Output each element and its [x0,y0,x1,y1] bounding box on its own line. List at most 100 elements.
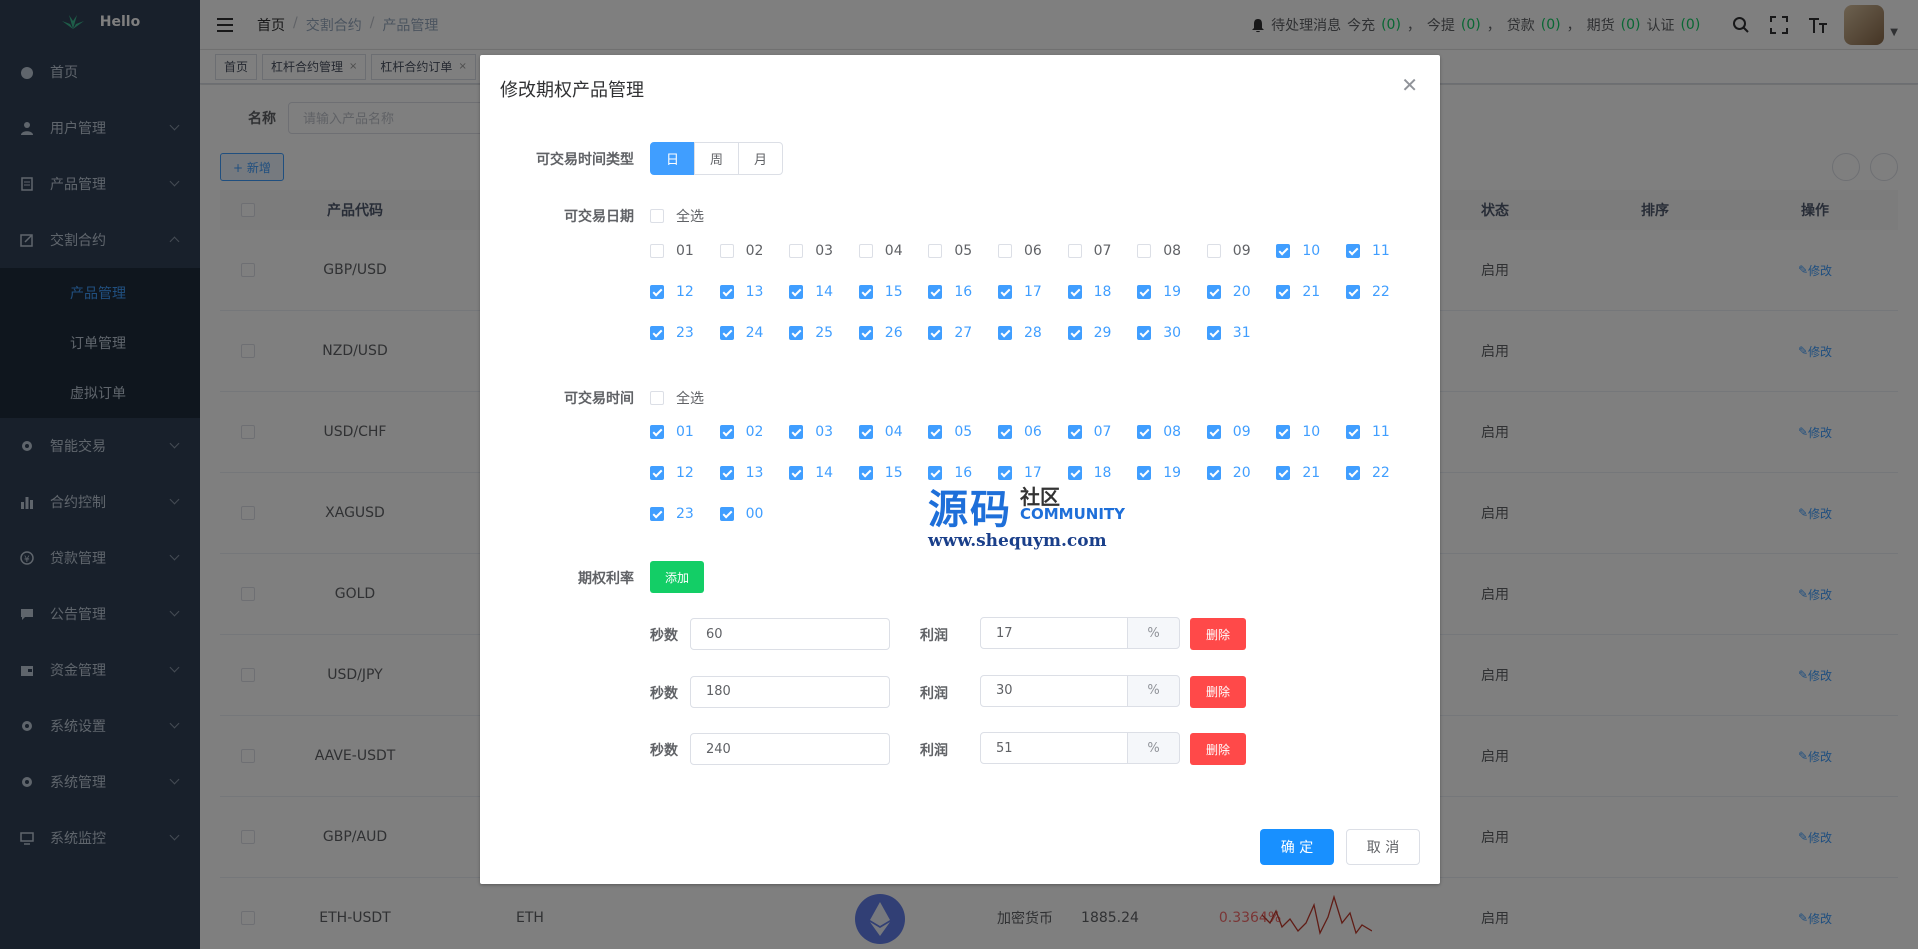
date-checkbox[interactable]: 23 [650,325,694,341]
hour-checkbox[interactable]: 05 [928,424,972,440]
date-checkbox[interactable]: 27 [928,325,972,341]
date-checkbox[interactable]: 14 [789,284,833,300]
checkbox-box[interactable] [650,391,664,405]
date-checkbox[interactable]: 25 [789,325,833,341]
hour-checkbox[interactable]: 04 [858,424,903,440]
checkbox-box[interactable] [1206,326,1221,340]
checkbox-box[interactable] [1067,244,1082,258]
cancel-button[interactable]: 取 消 [1346,829,1420,865]
date-checkbox[interactable]: 03 [789,243,833,259]
hour-checkbox[interactable]: 06 [998,424,1042,440]
hour-checkbox[interactable]: 20 [1206,465,1251,481]
date-checkbox[interactable]: 01 [650,243,694,259]
checkbox-box[interactable] [650,466,664,480]
hour-checkbox[interactable]: 12 [650,465,694,481]
date-checkbox[interactable]: 10 [1276,243,1320,259]
checkbox-box[interactable] [928,244,943,258]
checkbox-box[interactable] [1137,326,1152,340]
time-type-option[interactable]: 周 [694,142,740,175]
checkbox-box[interactable] [719,425,734,439]
hour-checkbox[interactable]: 09 [1206,424,1251,440]
time-type-option[interactable]: 月 [738,142,784,175]
date-checkbox[interactable]: 02 [719,243,763,259]
checkbox-box[interactable] [1276,285,1291,299]
checkbox-box[interactable] [650,285,664,299]
checkbox-box[interactable] [650,244,664,258]
hour-checkbox[interactable]: 07 [1067,424,1111,440]
date-checkbox[interactable]: 04 [858,243,903,259]
seconds-input[interactable]: 180 [690,675,890,708]
checkbox-box[interactable] [1276,466,1291,480]
date-checkbox[interactable]: 21 [1276,284,1320,300]
hour-checkbox[interactable]: 00 [719,506,763,522]
checkbox-box[interactable] [998,326,1012,340]
date-checkbox[interactable]: 28 [998,325,1042,341]
hour-checkbox[interactable]: 11 [1346,424,1390,440]
delete-button[interactable]: 删除 [1190,733,1246,765]
date-checkbox[interactable]: 17 [998,284,1042,300]
hour-checkbox[interactable]: 23 [650,506,694,522]
checkbox-box[interactable] [1206,425,1221,439]
checkbox-box[interactable] [650,507,664,521]
checkbox-box[interactable] [928,285,943,299]
profit-input[interactable]: 30 [980,674,1128,707]
hour-checkbox[interactable]: 22 [1346,465,1390,481]
checkbox-box[interactable] [1137,466,1152,480]
checkbox-box[interactable] [1206,285,1221,299]
checkbox-box[interactable] [650,209,664,223]
checkbox-box[interactable] [789,285,804,299]
date-checkbox[interactable]: 18 [1067,284,1111,300]
hour-checkbox[interactable]: 14 [789,465,833,481]
checkbox-box[interactable] [928,326,943,340]
checkbox-box[interactable] [1206,466,1221,480]
checkbox-box[interactable] [1276,244,1291,258]
add-rate-button[interactable]: 添加 [650,561,705,593]
checkbox-box[interactable] [1067,285,1082,299]
seconds-input[interactable]: 60 [690,618,890,650]
checkbox-box[interactable] [858,326,873,340]
date-checkbox[interactable]: 07 [1067,243,1111,259]
date-checkbox[interactable]: 08 [1137,243,1181,259]
confirm-button[interactable]: 确 定 [1260,829,1334,865]
checkbox-box[interactable] [998,425,1012,439]
delete-button[interactable]: 删除 [1190,618,1246,650]
select-all-hours-checkbox[interactable]: 全选 [650,388,704,408]
date-checkbox[interactable]: 19 [1137,284,1181,300]
date-checkbox[interactable]: 22 [1346,284,1390,300]
checkbox-box[interactable] [1206,244,1221,258]
date-checkbox[interactable]: 13 [719,284,763,300]
checkbox-box[interactable] [1137,425,1152,439]
seconds-input[interactable]: 240 [690,733,890,765]
close-icon[interactable]: ✕ [1401,73,1418,97]
date-checkbox[interactable]: 29 [1067,325,1111,341]
hour-checkbox[interactable]: 02 [719,424,763,440]
date-checkbox[interactable]: 20 [1206,284,1251,300]
checkbox-box[interactable] [1067,425,1082,439]
hour-checkbox[interactable]: 19 [1137,465,1181,481]
checkbox-box[interactable] [719,244,734,258]
hour-checkbox[interactable]: 13 [719,465,763,481]
date-checkbox[interactable]: 16 [928,284,972,300]
time-type-option[interactable]: 日 [650,142,696,175]
date-checkbox[interactable]: 26 [858,325,903,341]
checkbox-box[interactable] [719,285,734,299]
date-checkbox[interactable]: 30 [1137,325,1181,341]
hour-checkbox[interactable]: 10 [1276,424,1320,440]
checkbox-box[interactable] [1346,285,1360,299]
checkbox-box[interactable] [858,466,873,480]
hour-checkbox[interactable]: 15 [858,465,903,481]
checkbox-box[interactable] [998,244,1012,258]
checkbox-box[interactable] [789,466,804,480]
hour-checkbox[interactable]: 01 [650,424,694,440]
checkbox-box[interactable] [650,425,664,439]
profit-input[interactable]: 17 [980,617,1128,649]
checkbox-box[interactable] [1346,466,1360,480]
checkbox-box[interactable] [998,285,1012,299]
date-checkbox[interactable]: 24 [719,325,763,341]
select-all-dates-checkbox[interactable]: 全选 [650,206,704,226]
checkbox-box[interactable] [1276,425,1291,439]
checkbox-box[interactable] [1346,244,1360,258]
checkbox-box[interactable] [719,507,734,521]
checkbox-box[interactable] [719,466,734,480]
checkbox-box[interactable] [650,326,664,340]
